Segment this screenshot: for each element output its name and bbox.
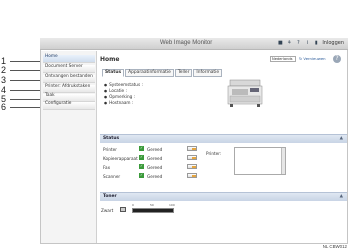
scale-mid: 50 xyxy=(150,203,154,207)
sidebar: Home Document Server Ontvangen bestanden… xyxy=(41,51,97,243)
help-icon[interactable]: ? xyxy=(333,55,341,63)
comment-label: Opmerking xyxy=(109,94,133,99)
toner-color-label: Zwart xyxy=(101,208,114,213)
printer-error-box[interactable] xyxy=(234,147,286,175)
tab-counter[interactable]: Teller xyxy=(174,69,193,77)
device-name: Scanner xyxy=(103,174,121,179)
callout-line xyxy=(10,99,44,100)
collapse-icon[interactable]: ▲ xyxy=(340,193,343,201)
printer-image xyxy=(227,79,263,107)
device-row-copier: Kopieerapparaat ✓ Gereed xyxy=(103,155,223,162)
callout-line xyxy=(10,61,44,62)
system-info-list: Systeemstatus : Locatie : Opmerking : Ho… xyxy=(104,82,143,106)
device-name: Fax xyxy=(103,165,111,170)
device-status: Gereed xyxy=(147,147,163,152)
tab-device-info[interactable]: Apparaatinformatie xyxy=(125,69,174,77)
tab-bar: Status Apparaatinformatie Teller Informa… xyxy=(102,69,223,77)
device-status: Gereed xyxy=(147,174,163,179)
toner-gauge xyxy=(132,208,174,213)
ready-icon: ✓ xyxy=(139,164,144,169)
toner-section-title: Toner xyxy=(103,194,117,199)
scrollbar[interactable] xyxy=(281,148,285,174)
home-icon[interactable]: ■ xyxy=(277,40,283,46)
toner-scale: 0 50 100 xyxy=(132,203,175,207)
tab-information[interactable]: Informatie xyxy=(193,69,223,77)
system-info-row: Hostnaam : xyxy=(104,100,143,106)
callout-number: 2 xyxy=(1,65,7,75)
language-select[interactable]: Nederlands xyxy=(270,56,296,62)
refresh-link[interactable]: ↻ Vernieuwen xyxy=(299,56,326,61)
callout-6: 6 xyxy=(0,102,44,113)
sidebar-item-home[interactable]: Home xyxy=(43,54,95,63)
location-label: Locatie xyxy=(109,88,125,93)
scale-min: 0 xyxy=(132,203,134,207)
ready-icon: ✓ xyxy=(139,155,144,160)
scale-max: 100 xyxy=(169,203,175,207)
callout-3: 3 xyxy=(0,75,44,86)
device-name: Printer xyxy=(103,147,117,152)
help-icon[interactable]: ? xyxy=(295,40,301,46)
device-row-scanner: Scanner ✓ Gereed xyxy=(103,173,223,180)
main-title: Home xyxy=(100,56,120,63)
status-section-header[interactable]: Status ▲ xyxy=(100,134,347,143)
login-link[interactable]: Inloggen xyxy=(322,40,344,46)
ready-icon: ✓ xyxy=(139,173,144,178)
device-row-printer: Printer ✓ Gereed xyxy=(103,146,223,153)
toner-cartridge-icon xyxy=(120,207,126,212)
sidebar-item-received-files[interactable]: Ontvangen bestanden xyxy=(43,74,95,83)
system-status-label: Systeemstatus xyxy=(109,82,141,87)
device-indicator xyxy=(187,164,197,169)
ready-icon: ✓ xyxy=(139,146,144,151)
device-indicator xyxy=(187,173,197,178)
device-indicator xyxy=(187,155,197,160)
callout-line xyxy=(10,70,44,71)
info-icon[interactable]: i xyxy=(304,40,310,46)
callout-line xyxy=(10,80,44,81)
page-title: Web Image Monitor xyxy=(160,40,213,46)
sidebar-item-print-jobs[interactable]: Printer: Afdrukstaken xyxy=(43,84,95,93)
sidebar-item-document-server[interactable]: Document Server xyxy=(43,64,95,73)
refresh-label: Vernieuwen xyxy=(303,56,326,61)
header-bar: Web Image Monitor ■ ⚘ ? i ▮ Inloggen xyxy=(40,38,348,50)
status-section-title: Status xyxy=(103,136,120,141)
device-name: Kopieerapparaat xyxy=(103,156,138,161)
toner-gauge-fill xyxy=(133,209,173,212)
callout-line xyxy=(10,90,44,91)
callout-number: 3 xyxy=(1,75,7,85)
figure-code: NL CBW012 xyxy=(322,244,347,249)
hostname-label: Hostnaam xyxy=(109,100,131,105)
collapse-icon[interactable]: ▲ xyxy=(340,135,343,143)
device-row-fax: Fax ✓ Gereed xyxy=(103,164,223,171)
device-status: Gereed xyxy=(147,165,163,170)
toner-section-header[interactable]: Toner ▲ xyxy=(100,192,347,201)
device-indicator xyxy=(187,146,197,151)
wrench-icon[interactable]: ⚘ xyxy=(286,40,292,46)
callout-line xyxy=(10,107,44,108)
sidebar-item-configuration[interactable]: Configuratie xyxy=(43,101,95,110)
callout-number: 6 xyxy=(1,102,7,112)
device-status: Gereed xyxy=(147,156,163,161)
callout-2: 2 xyxy=(0,65,44,76)
login-icon[interactable]: ▮ xyxy=(313,40,319,46)
header-tools: ■ ⚘ ? i ▮ Inloggen xyxy=(277,40,344,46)
printer-error-label: Printer: xyxy=(206,151,222,156)
tab-status[interactable]: Status xyxy=(102,69,125,77)
